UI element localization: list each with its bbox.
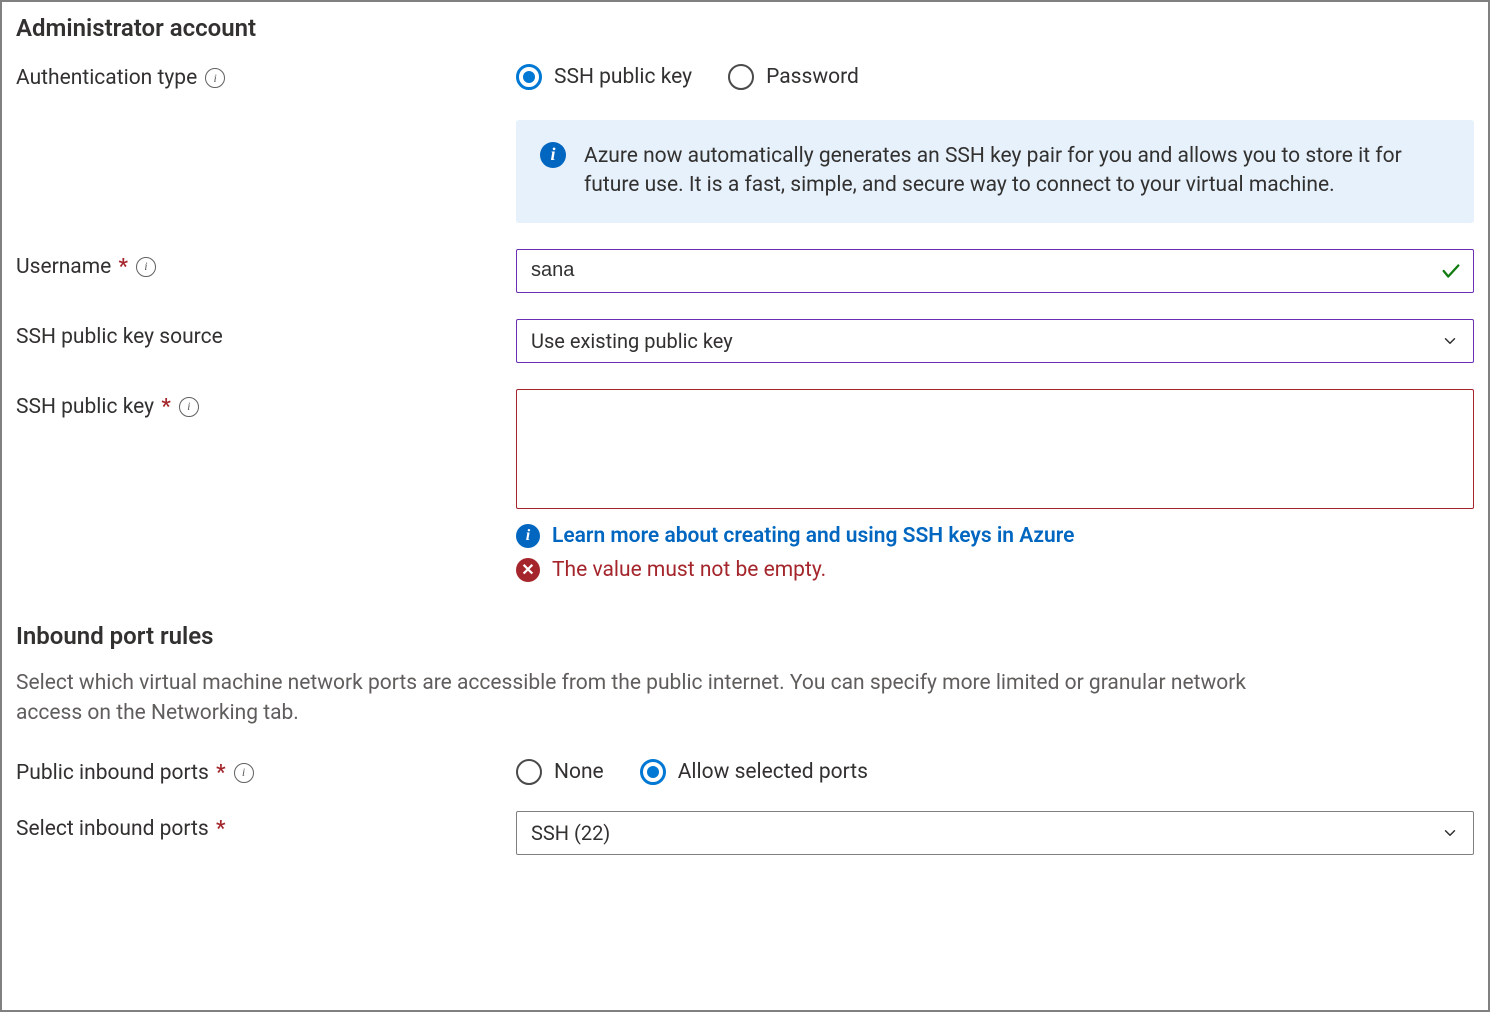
info-icon[interactable]: i — [179, 397, 199, 417]
public-inbound-radio-group: None Allow selected ports — [516, 755, 1474, 785]
radio-label: Password — [766, 65, 859, 89]
key-source-select[interactable]: Use existing public key — [516, 319, 1474, 363]
ssh-callout-text: Azure now automatically generates an SSH… — [584, 142, 1450, 201]
chevron-down-icon — [1441, 332, 1459, 350]
ports-description: Select which virtual machine network por… — [16, 668, 1316, 729]
info-icon[interactable]: i — [205, 68, 225, 88]
label-select-ports-text: Select inbound ports — [16, 817, 209, 841]
required-star-icon: * — [216, 817, 225, 841]
public-key-error-text: The value must not be empty. — [552, 558, 826, 582]
username-input[interactable] — [516, 249, 1474, 293]
label-username: Username * i — [16, 249, 516, 279]
auth-type-radio-group: SSH public key Password — [516, 60, 1474, 90]
label-auth-type-text: Authentication type — [16, 66, 197, 90]
radio-circle-icon — [516, 64, 542, 90]
radio-label: Allow selected ports — [678, 760, 868, 784]
label-key-source: SSH public key source — [16, 319, 516, 349]
required-star-icon: * — [216, 761, 225, 785]
label-public-inbound: Public inbound ports * i — [16, 755, 516, 785]
radio-label: SSH public key — [554, 65, 692, 89]
info-filled-icon: i — [516, 524, 540, 548]
radio-ports-allow[interactable]: Allow selected ports — [640, 759, 868, 785]
info-icon[interactable]: i — [234, 763, 254, 783]
error-icon: ✕ — [516, 558, 540, 582]
radio-auth-ssh[interactable]: SSH public key — [516, 64, 692, 90]
ssh-info-callout: i Azure now automatically generates an S… — [516, 120, 1474, 223]
radio-circle-icon — [728, 64, 754, 90]
label-username-text: Username — [16, 255, 111, 279]
radio-circle-icon — [640, 759, 666, 785]
radio-circle-icon — [516, 759, 542, 785]
label-select-ports: Select inbound ports * — [16, 811, 516, 841]
section-title-admin: Administrator account — [16, 14, 1474, 42]
section-title-ports: Inbound port rules — [16, 622, 1474, 650]
label-public-key: SSH public key * i — [16, 389, 516, 419]
select-ports-dropdown[interactable]: SSH (22) — [516, 811, 1474, 855]
chevron-down-icon — [1441, 824, 1459, 842]
label-public-key-text: SSH public key — [16, 395, 154, 419]
label-public-inbound-text: Public inbound ports — [16, 761, 209, 785]
required-star-icon: * — [161, 395, 170, 419]
ssh-learn-more-link[interactable]: Learn more about creating and using SSH … — [552, 524, 1074, 548]
label-key-source-text: SSH public key source — [16, 325, 223, 349]
info-filled-icon: i — [540, 142, 566, 168]
public-key-textarea[interactable] — [516, 389, 1474, 509]
info-icon[interactable]: i — [136, 257, 156, 277]
radio-ports-none[interactable]: None — [516, 759, 604, 785]
required-star-icon: * — [119, 255, 128, 279]
radio-auth-password[interactable]: Password — [728, 64, 859, 90]
valid-check-icon — [1440, 260, 1462, 282]
label-auth-type: Authentication type i — [16, 60, 516, 90]
key-source-value: Use existing public key — [531, 329, 733, 353]
select-ports-value: SSH (22) — [531, 821, 610, 845]
radio-label: None — [554, 760, 604, 784]
